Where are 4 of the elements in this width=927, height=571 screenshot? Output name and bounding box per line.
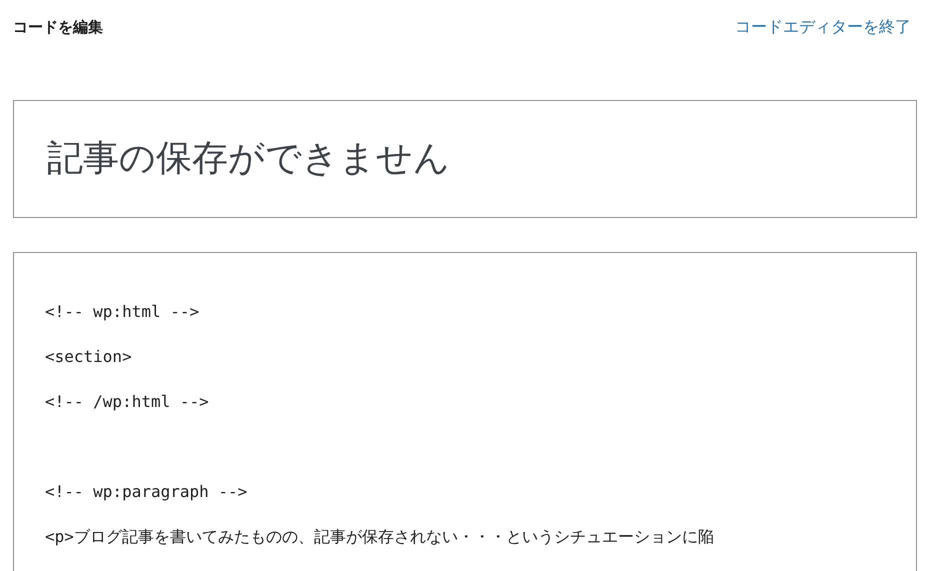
exit-code-editor-link[interactable]: コードエディターを終了: [735, 16, 911, 38]
post-title-field[interactable]: 記事の保存ができません: [13, 100, 917, 218]
editor-mode-title: コードを編集: [13, 18, 103, 36]
code-editor-field[interactable]: <!-- wp:html --> <section> <!-- /wp:html --> <!-- wp:paragraph --> <p>ブログ記事を書いてみたものの、記事が保存されない・・・というシチュエーションに陥: [13, 252, 917, 571]
